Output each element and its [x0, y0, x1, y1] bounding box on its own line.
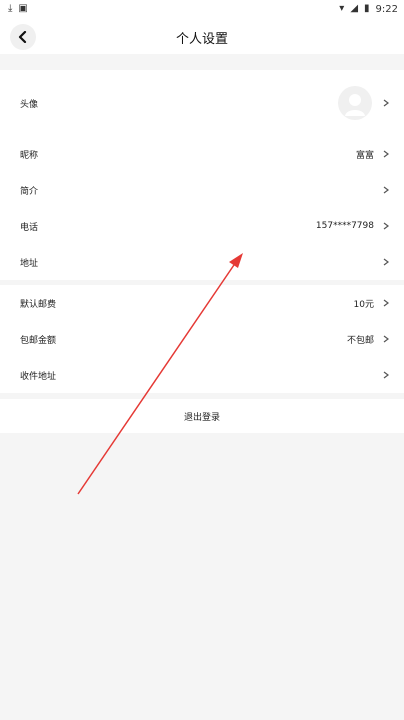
nickname-label: 昵称	[20, 150, 39, 161]
phone-label: 电话	[20, 222, 39, 233]
chevron-right-icon	[382, 186, 390, 194]
free-shipping-value: 不包邮	[346, 335, 374, 346]
profile-group: 头像 昵称 富富 简介 电话 157****7798 地址	[0, 70, 404, 280]
status-bar: ⤓ ▣ ▾ ◢ ▮ 9:22	[0, 0, 404, 18]
receiving-address-row[interactable]: 收件地址	[0, 357, 404, 393]
chevron-right-icon	[382, 150, 390, 158]
signal-icon: ◢	[350, 3, 359, 14]
nav-bar: 个人设置	[0, 18, 404, 54]
address-row[interactable]: 地址	[0, 244, 404, 280]
avatar-row[interactable]: 头像	[0, 70, 404, 136]
chevron-right-icon	[382, 222, 390, 230]
logout-button[interactable]: 退出登录	[0, 399, 404, 433]
default-postage-value: 10元	[353, 299, 374, 310]
free-shipping-label: 包邮金额	[20, 335, 57, 346]
free-shipping-row[interactable]: 包邮金额 不包邮	[0, 321, 404, 357]
bio-label: 简介	[20, 186, 39, 197]
receiving-address-label: 收件地址	[20, 371, 57, 382]
avatar-label: 头像	[20, 99, 39, 110]
nickname-value: 富富	[355, 150, 374, 161]
default-postage-row[interactable]: 默认邮费 10元	[0, 285, 404, 321]
shipping-group: 默认邮费 10元 包邮金额 不包邮 收件地址	[0, 285, 404, 393]
battery-icon: ▮	[364, 3, 370, 14]
chevron-right-icon	[382, 371, 390, 379]
download-icon: ⤓	[8, 3, 13, 14]
phone-row[interactable]: 电话 157****7798	[0, 208, 404, 244]
nickname-row[interactable]: 昵称 富富	[0, 136, 404, 172]
chevron-right-icon	[382, 335, 390, 343]
wifi-icon: ▾	[339, 3, 345, 14]
gallery-icon: ▣	[18, 3, 28, 14]
address-label: 地址	[20, 258, 39, 269]
bio-row[interactable]: 简介	[0, 172, 404, 208]
page-title: 个人设置	[175, 32, 228, 47]
avatar-placeholder-icon	[345, 94, 365, 116]
avatar[interactable]	[338, 86, 372, 120]
chevron-right-icon	[382, 299, 390, 307]
chevron-right-icon	[382, 258, 390, 266]
default-postage-label: 默认邮费	[20, 299, 57, 310]
status-time: 9:22	[375, 3, 398, 15]
phone-value: 157****7798	[315, 221, 374, 231]
chevron-right-icon	[382, 99, 390, 107]
